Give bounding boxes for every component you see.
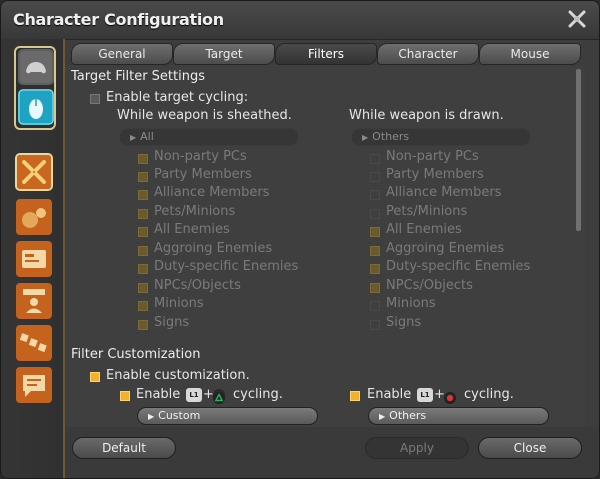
drawn-item-label: All Enemies [386, 222, 462, 237]
cycling-label: cycling. [233, 387, 283, 402]
sheathed-checkbox[interactable] [138, 283, 148, 293]
sheathed-dropdown-value: All [140, 130, 154, 143]
target-filter-heading: Target Filter Settings [71, 69, 205, 84]
sheathed-item-label: Alliance Members [154, 185, 270, 200]
tab-target[interactable]: Target [173, 43, 275, 65]
default-button[interactable]: Default [72, 437, 176, 459]
sheathed-item-label: All Enemies [154, 222, 230, 237]
card-icon[interactable] [15, 240, 53, 278]
target-icon[interactable] [15, 153, 53, 191]
enable-word-label: Enable [136, 387, 181, 402]
drawn-checkbox[interactable] [370, 283, 380, 293]
drawn-item-label: Alliance Members [386, 185, 502, 200]
tab-filters[interactable]: Filters [275, 43, 377, 65]
sheathed-item-label: Signs [154, 315, 190, 330]
mouse-icon[interactable] [18, 89, 54, 125]
dropdown-arrow-icon: ▶ [130, 133, 137, 142]
drawn-checkbox[interactable] [370, 209, 380, 219]
enable-target-cycling-checkbox[interactable] [90, 94, 100, 104]
left-customization-dropdown[interactable]: ▶ Custom [137, 407, 318, 425]
l1-button-icon: L1 [417, 388, 433, 402]
apply-button[interactable]: Apply [365, 437, 469, 459]
sheathed-item-label: Pets/Minions [154, 204, 236, 219]
drawn-checkbox[interactable] [370, 227, 380, 237]
chat-icon[interactable] [15, 366, 53, 404]
window-title: Character Configuration [13, 10, 224, 29]
enable-l1-triangle-checkbox[interactable] [120, 391, 130, 401]
drawn-heading: While weapon is drawn. [349, 108, 504, 123]
title-bar: Character Configuration [1, 1, 599, 40]
sheathed-checkbox[interactable] [138, 172, 148, 182]
drawn-item-label: Pets/Minions [386, 204, 468, 219]
sheathed-checkbox[interactable] [138, 301, 148, 311]
drawn-checkbox[interactable] [370, 320, 380, 330]
drawn-checkbox[interactable] [370, 246, 380, 256]
person-icon[interactable] [15, 282, 53, 320]
right-customization-dropdown[interactable]: ▶ Others [368, 407, 549, 425]
drawn-checkbox[interactable] [370, 172, 380, 182]
sheathed-filter-dropdown[interactable]: ▶ All [119, 128, 299, 146]
enable-target-cycling-label: Enable target cycling: [106, 90, 249, 105]
sheathed-checkbox[interactable] [138, 264, 148, 274]
enable-customization-checkbox[interactable] [90, 372, 100, 382]
sheathed-checkbox[interactable] [138, 227, 148, 237]
sheathed-heading: While weapon is sheathed. [117, 108, 292, 123]
drawn-item-label: NPCs/Objects [386, 278, 473, 293]
left-dropdown-value: Custom [158, 409, 201, 422]
character-configuration-window: Character Configuration General Target F… [0, 0, 600, 479]
sheathed-item-label: Duty-specific Enemies [154, 259, 299, 274]
sheathed-item-label: Minions [154, 296, 204, 311]
drawn-checkbox[interactable] [370, 301, 380, 311]
tab-general[interactable]: General [71, 43, 173, 65]
enable-customization-label: Enable customization. [106, 368, 250, 383]
close-button[interactable]: Close [478, 437, 582, 459]
drawn-checkbox[interactable] [370, 154, 380, 164]
gamepad-icon[interactable] [18, 49, 54, 85]
drawn-item-label: Signs [386, 315, 422, 330]
gear-bag-icon[interactable] [15, 198, 53, 236]
sheathed-checkbox[interactable] [138, 190, 148, 200]
drawn-item-label: Party Members [386, 167, 484, 182]
cycling-label: cycling. [464, 387, 514, 402]
drawn-item-label: Duty-specific Enemies [386, 259, 531, 274]
tab-mouse[interactable]: Mouse [479, 43, 581, 65]
sheathed-item-label: Party Members [154, 167, 252, 182]
drawn-checkbox[interactable] [370, 264, 380, 274]
sheathed-checkbox[interactable] [138, 320, 148, 330]
enable-l1-circle-checkbox[interactable] [350, 391, 360, 401]
hotbar-icon[interactable] [15, 324, 53, 362]
dropdown-arrow-icon: ▶ [379, 412, 386, 421]
tab-character[interactable]: Character [377, 43, 479, 65]
sheathed-checkbox[interactable] [138, 154, 148, 164]
right-dropdown-value: Others [389, 409, 427, 422]
drawn-checkbox[interactable] [370, 190, 380, 200]
drawn-item-label: Aggroing Enemies [386, 241, 505, 256]
sheathed-item-label: NPCs/Objects [154, 278, 241, 293]
sheathed-item-label: Aggroing Enemies [154, 241, 273, 256]
l1-button-icon: L1 [186, 388, 202, 402]
drawn-dropdown-value: Others [372, 130, 410, 143]
dropdown-arrow-icon: ▶ [148, 412, 155, 421]
triangle-button-icon [213, 389, 225, 404]
scrollbar[interactable] [576, 69, 581, 231]
drawn-item-label: Minions [386, 296, 436, 311]
enable-word-label: Enable [367, 387, 412, 402]
tab-bar: General Target Filters Character Mouse [71, 43, 581, 65]
filter-customization-heading: Filter Customization [71, 347, 201, 362]
drawn-item-label: Non-party PCs [386, 149, 479, 164]
sheathed-item-label: Non-party PCs [154, 149, 247, 164]
close-x-icon[interactable] [567, 9, 587, 29]
sheathed-checkbox[interactable] [138, 246, 148, 256]
dropdown-arrow-icon: ▶ [362, 133, 369, 142]
sheathed-checkbox[interactable] [138, 209, 148, 219]
circle-button-icon [444, 389, 456, 404]
drawn-filter-dropdown[interactable]: ▶ Others [351, 128, 531, 146]
